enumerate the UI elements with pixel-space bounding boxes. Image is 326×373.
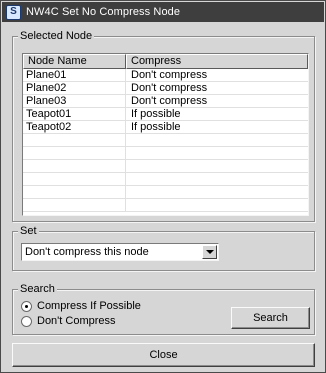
- compress-mode-dropdown[interactable]: Don't compress this node: [21, 243, 219, 261]
- cell-compress: [126, 147, 308, 159]
- list-header: Node Name Compress: [23, 54, 308, 69]
- app-icon-glyph: S: [10, 6, 17, 17]
- window-title: NW4C Set No Compress Node: [26, 6, 181, 18]
- set-label: Set: [18, 225, 39, 237]
- cell-node-name: [23, 186, 126, 198]
- chevron-down-icon[interactable]: [202, 245, 217, 259]
- radio-dont-compress[interactable]: Don't Compress: [21, 314, 116, 328]
- empty-row: [23, 134, 308, 147]
- cell-node-name: Plane03: [23, 95, 126, 107]
- radio-button[interactable]: [21, 315, 32, 327]
- empty-row: [23, 173, 308, 186]
- dialog-window: S NW4C Set No Compress Node Selected Nod…: [0, 0, 326, 373]
- cell-compress: [126, 199, 308, 211]
- cell-compress: Don't compress: [131, 69, 208, 81]
- empty-row: [23, 160, 308, 173]
- cell-compress: [126, 160, 308, 172]
- cell-node-name: [23, 199, 126, 211]
- cell-compress: [126, 186, 308, 198]
- table-row[interactable]: Teapot02 If possible: [23, 121, 308, 134]
- column-header-node-name[interactable]: Node Name: [23, 54, 126, 69]
- max-app-icon[interactable]: S: [6, 4, 21, 20]
- table-row[interactable]: Teapot01 If possible: [23, 108, 308, 121]
- cell-node-name: [23, 134, 126, 146]
- column-header-compress[interactable]: Compress: [126, 54, 308, 69]
- cell-compress: Don't compress: [131, 95, 208, 107]
- radio-label: Compress If Possible: [37, 300, 141, 312]
- cell-node-name: [23, 160, 126, 172]
- empty-row: [23, 147, 308, 160]
- selected-node-label: Selected Node: [18, 30, 95, 42]
- empty-row: [23, 186, 308, 199]
- radio-compress-if-possible[interactable]: Compress If Possible: [21, 299, 141, 313]
- table-row[interactable]: Plane01 Don't compress: [23, 69, 308, 82]
- selected-node-group: Selected Node Node Name Compress Plane01…: [12, 30, 315, 222]
- radio-button[interactable]: [21, 300, 32, 312]
- cell-node-name: [23, 147, 126, 159]
- table-row[interactable]: Plane02 Don't compress: [23, 82, 308, 95]
- cell-compress: If possible: [131, 121, 181, 133]
- radio-label: Don't Compress: [37, 315, 116, 327]
- search-group: Search Compress If Possible Don't Compre…: [12, 283, 315, 335]
- empty-row: [23, 199, 308, 212]
- cell-node-name: Teapot01: [23, 108, 126, 120]
- cell-node-name: Plane01: [23, 69, 126, 81]
- cell-compress: Don't compress: [131, 82, 208, 94]
- cell-node-name: [23, 173, 126, 185]
- search-label: Search: [18, 283, 57, 295]
- node-list-view[interactable]: Node Name Compress Plane01 Don't compress…: [22, 53, 309, 216]
- search-button[interactable]: Search: [231, 307, 310, 329]
- close-button[interactable]: Close: [12, 343, 315, 367]
- table-row[interactable]: Plane03 Don't compress: [23, 95, 308, 108]
- cell-compress: [126, 134, 308, 146]
- dropdown-value: Don't compress this node: [25, 246, 149, 258]
- set-group: Set Don't compress this node: [12, 225, 315, 271]
- cell-node-name: Teapot02: [23, 121, 126, 133]
- cell-compress: [126, 173, 308, 185]
- cell-compress: If possible: [131, 108, 181, 120]
- list-body: Plane01 Don't compress Plane02 Don't compre…: [23, 69, 308, 212]
- cell-node-name: Plane02: [23, 82, 126, 94]
- title-bar[interactable]: S NW4C Set No Compress Node: [2, 2, 324, 22]
